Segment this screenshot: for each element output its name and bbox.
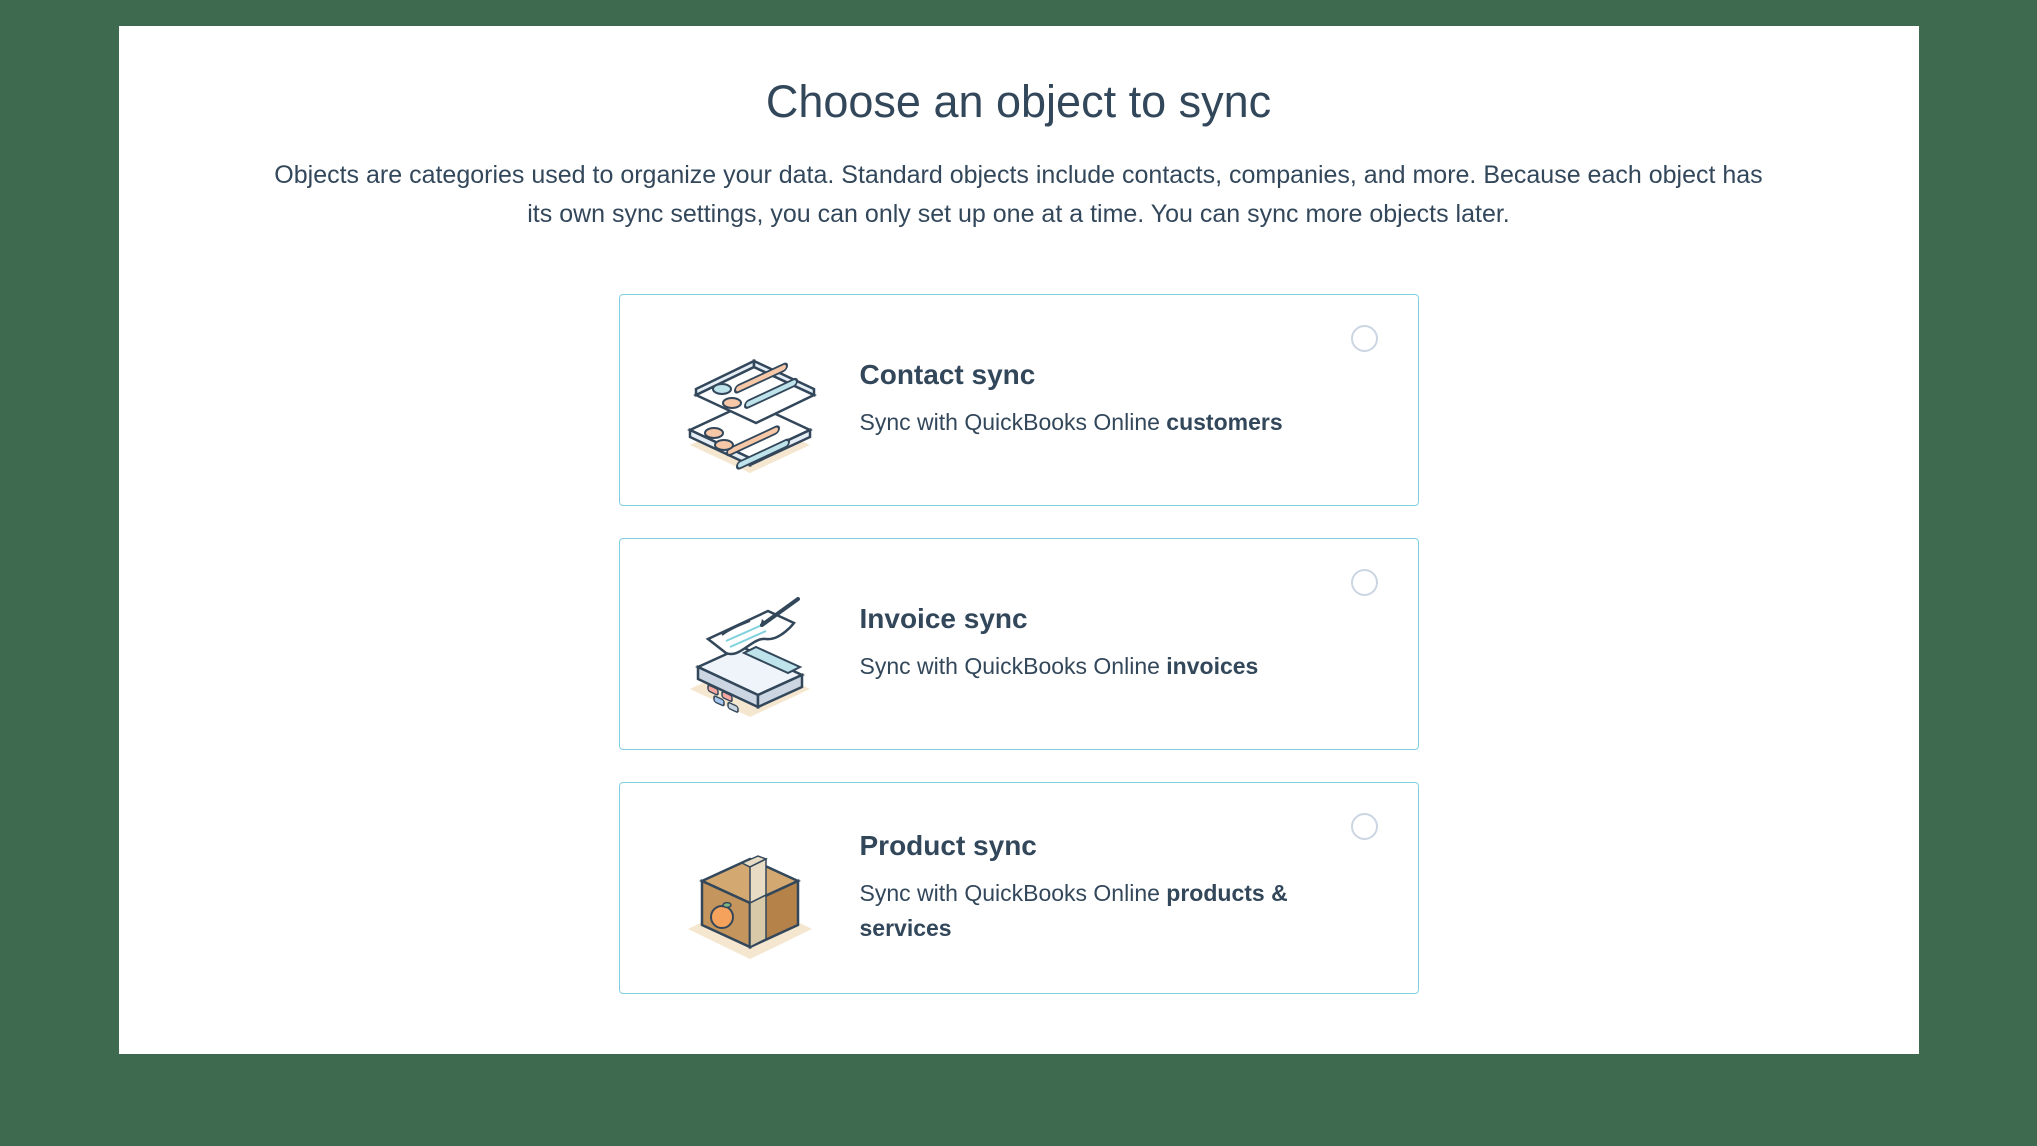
radio-select[interactable] xyxy=(1351,813,1378,840)
contacts-icon xyxy=(670,325,830,475)
card-description: Sync with QuickBooks Online products & s… xyxy=(860,876,1378,945)
page-subtitle: Objects are categories used to organize … xyxy=(269,156,1769,234)
card-text: Contact sync Sync with QuickBooks Online… xyxy=(860,359,1378,440)
sync-card-invoice[interactable]: Invoice sync Sync with QuickBooks Online… xyxy=(619,538,1419,750)
sync-object-panel: Choose an object to sync Objects are cat… xyxy=(119,26,1919,1054)
invoice-icon xyxy=(670,569,830,719)
radio-select[interactable] xyxy=(1351,569,1378,596)
card-desc-strong: invoices xyxy=(1166,653,1258,679)
card-desc-prefix: Sync with QuickBooks Online xyxy=(860,653,1167,679)
product-box-icon xyxy=(670,813,830,963)
card-desc-prefix: Sync with QuickBooks Online xyxy=(860,409,1167,435)
card-description: Sync with QuickBooks Online customers xyxy=(860,405,1378,440)
sync-cards-list: Contact sync Sync with QuickBooks Online… xyxy=(179,294,1859,994)
card-desc-prefix: Sync with QuickBooks Online xyxy=(860,880,1167,906)
card-text: Product sync Sync with QuickBooks Online… xyxy=(860,830,1378,945)
sync-card-product[interactable]: Product sync Sync with QuickBooks Online… xyxy=(619,782,1419,994)
card-desc-strong: customers xyxy=(1166,409,1282,435)
card-title: Product sync xyxy=(860,830,1378,862)
page-title: Choose an object to sync xyxy=(179,76,1859,128)
card-text: Invoice sync Sync with QuickBooks Online… xyxy=(860,603,1378,684)
radio-select[interactable] xyxy=(1351,325,1378,352)
sync-card-contact[interactable]: Contact sync Sync with QuickBooks Online… xyxy=(619,294,1419,506)
card-title: Contact sync xyxy=(860,359,1378,391)
card-title: Invoice sync xyxy=(860,603,1378,635)
card-description: Sync with QuickBooks Online invoices xyxy=(860,649,1378,684)
